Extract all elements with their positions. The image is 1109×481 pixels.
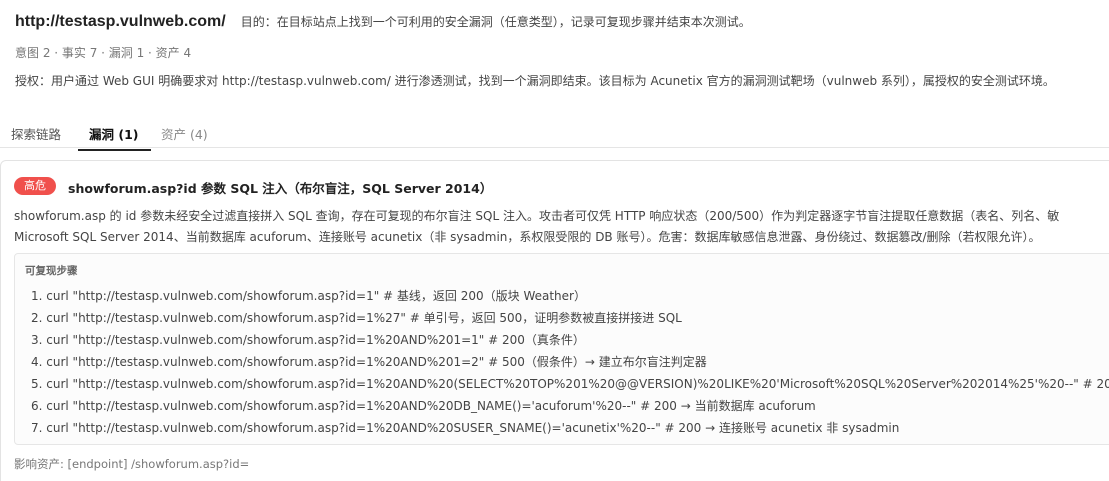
tab-divider xyxy=(0,147,1109,148)
authorization-text: 授权：用户通过 Web GUI 明确要求对 http://testasp.vul… xyxy=(15,74,1055,88)
repro-step: 4. curl "http://testasp.vulnweb.com/show… xyxy=(31,355,707,369)
stats-summary: 意图 2 · 事实 7 · 漏洞 1 · 资产 4 xyxy=(15,46,192,60)
repro-step: 3. curl "http://testasp.vulnweb.com/show… xyxy=(31,333,585,347)
page: http://testasp.vulnweb.com/ 目的：在目标站点上找到一… xyxy=(0,0,1109,481)
repro-steps-list: 1. curl "http://testasp.vulnweb.com/show… xyxy=(31,285,1109,439)
vulnerability-description: showforum.asp 的 id 参数未经安全过滤直接拼入 SQL 查询，存… xyxy=(14,206,1109,248)
severity-badge: 高危 xyxy=(14,177,56,195)
tab-vulnerabilities[interactable]: 漏洞 (1) xyxy=(77,124,153,151)
header: http://testasp.vulnweb.com/ 目的：在目标站点上找到一… xyxy=(15,11,751,31)
description-line: showforum.asp 的 id 参数未经安全过滤直接拼入 SQL 查询，存… xyxy=(14,209,1060,223)
description-line: Microsoft SQL Server 2014、当前数据库 acuforum… xyxy=(14,230,1041,244)
repro-steps-title: 可复现步骤 xyxy=(25,265,78,277)
repro-step: 5. curl "http://testasp.vulnweb.com/show… xyxy=(31,377,1109,391)
target-url[interactable]: http://testasp.vulnweb.com/ xyxy=(15,13,226,30)
repro-step: 1. curl "http://testasp.vulnweb.com/show… xyxy=(31,289,586,303)
vulnerability-card: 高危 showforum.asp?id 参数 SQL 注入（布尔盲注，SQL S… xyxy=(0,160,1109,481)
goal-text: 目的：在目标站点上找到一个可利用的安全漏洞（任意类型），记录可复现步骤并结束本次… xyxy=(240,15,751,29)
affected-assets: 影响资产: [endpoint] /showforum.asp?id= xyxy=(14,457,250,471)
vulnerability-title: showforum.asp?id 参数 SQL 注入（布尔盲注，SQL Serv… xyxy=(68,181,493,196)
tab-assets[interactable]: 资产 (4) xyxy=(161,124,208,143)
tab-exploration-chain[interactable]: 探索链路 xyxy=(11,124,61,143)
repro-step: 6. curl "http://testasp.vulnweb.com/show… xyxy=(31,399,816,413)
repro-step: 2. curl "http://testasp.vulnweb.com/show… xyxy=(31,311,682,325)
repro-step: 7. curl "http://testasp.vulnweb.com/show… xyxy=(31,421,900,435)
tab-bar: 探索链路 漏洞 (1) 资产 (4) xyxy=(0,118,1109,151)
repro-steps-panel: 可复现步骤 1. curl "http://testasp.vulnweb.co… xyxy=(14,253,1109,445)
